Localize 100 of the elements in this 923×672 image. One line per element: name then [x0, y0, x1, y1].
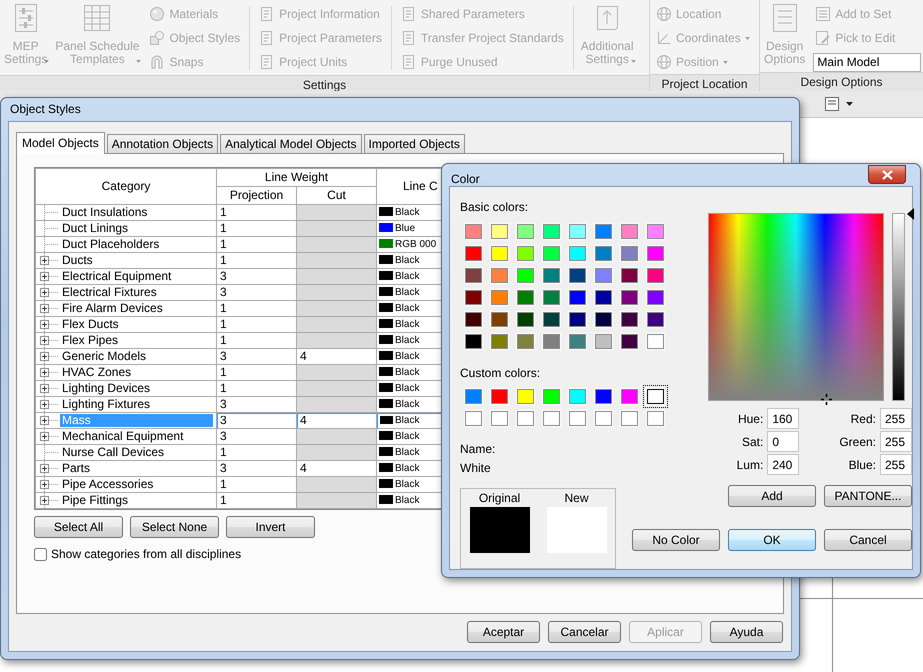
color-swatch[interactable]	[568, 332, 587, 350]
color-swatch[interactable]	[464, 266, 483, 284]
color-swatch[interactable]	[594, 388, 613, 406]
color-swatch[interactable]	[490, 388, 509, 406]
color-swatch[interactable]	[594, 288, 613, 306]
category-label[interactable]: Parts	[60, 462, 92, 475]
color-swatch[interactable]	[646, 410, 665, 428]
field-label: Green:	[839, 434, 876, 450]
color-swatch[interactable]	[542, 410, 561, 428]
number-field[interactable]: 255	[880, 431, 912, 452]
tab[interactable]: Imported Objects	[364, 134, 465, 153]
dialog-button[interactable]: Cancelar	[548, 621, 621, 643]
color-swatch[interactable]	[646, 332, 665, 350]
number-field[interactable]: 255	[880, 454, 912, 476]
checkbox[interactable]	[34, 548, 47, 561]
select-button[interactable]: Select All	[34, 516, 123, 538]
model-dropdown[interactable]: Main Model	[813, 53, 922, 72]
color-swatch[interactable]	[568, 388, 587, 406]
color-swatch[interactable]	[490, 288, 509, 306]
color-swatch[interactable]	[620, 410, 639, 428]
select-button[interactable]: Select None	[130, 516, 219, 538]
crosshair-icon	[821, 394, 832, 406]
color-swatch[interactable]	[620, 288, 639, 306]
color-swatch[interactable]	[646, 266, 665, 284]
color-swatch[interactable]	[516, 222, 535, 240]
color-name: Black	[395, 479, 420, 490]
category-label[interactable]: Ducts	[60, 254, 95, 267]
color-swatch[interactable]	[542, 222, 561, 240]
color-swatch[interactable]	[646, 388, 665, 406]
color-swatch[interactable]	[594, 410, 613, 428]
dialog-button[interactable]: No Color	[632, 529, 720, 552]
color-swatch[interactable]	[568, 266, 587, 284]
color-swatch[interactable]	[620, 388, 639, 406]
dialog-button[interactable]: Cancel	[824, 529, 912, 552]
dialog-button[interactable]: Aceptar	[467, 621, 540, 643]
color-swatch[interactable]	[516, 266, 535, 284]
tab[interactable]: Model Objects	[16, 132, 105, 154]
color-swatch[interactable]	[464, 332, 483, 350]
table-cell: 3	[216, 396, 296, 412]
tab[interactable]: Analytical Model Objects	[220, 134, 362, 153]
color-swatch[interactable]	[594, 222, 613, 240]
color-swatch[interactable]	[594, 266, 613, 284]
color-swatch[interactable]	[620, 222, 639, 240]
color-swatch[interactable]	[568, 310, 587, 328]
color-swatch[interactable]	[464, 222, 483, 240]
color-swatch[interactable]	[594, 332, 613, 350]
tab[interactable]: Annotation Objects	[106, 134, 218, 153]
number-field[interactable]: 255	[880, 408, 912, 430]
color-swatch[interactable]	[490, 332, 509, 350]
color-swatch[interactable]	[568, 288, 587, 306]
color-swatch[interactable]	[620, 310, 639, 328]
color-swatch[interactable]	[516, 332, 535, 350]
color-swatch[interactable]	[568, 222, 587, 240]
color-swatch[interactable]	[646, 222, 665, 240]
color-swatch[interactable]	[542, 266, 561, 284]
color-swatch[interactable]	[542, 288, 561, 306]
dialog-button[interactable]: Ayuda	[710, 621, 783, 643]
close-button[interactable]	[868, 165, 906, 184]
color-swatch[interactable]	[464, 410, 483, 428]
select-button[interactable]: Invert	[226, 516, 315, 538]
number-field[interactable]: 160	[767, 408, 800, 430]
color-swatch[interactable]	[516, 410, 535, 428]
color-name: Black	[395, 335, 420, 346]
color-swatch[interactable]	[516, 310, 535, 328]
dialog-button[interactable]: PANTONE...	[824, 485, 912, 508]
color-swatch[interactable]	[542, 310, 561, 328]
color-swatch[interactable]	[594, 310, 613, 328]
checkbox-label[interactable]: Show categories from all disciplines	[51, 547, 242, 562]
color-swatch[interactable]	[464, 288, 483, 306]
color-swatch[interactable]	[646, 244, 665, 262]
color-swatch[interactable]	[646, 310, 665, 328]
color-swatch[interactable]	[516, 388, 535, 406]
color-swatch[interactable]	[646, 288, 665, 306]
table-cell: 1	[216, 316, 296, 332]
color-swatch[interactable]	[464, 388, 483, 406]
dialog-button[interactable]: OK	[728, 529, 816, 552]
dialog-button[interactable]: Add	[728, 485, 816, 508]
color-name: Black	[395, 367, 420, 378]
color-swatch[interactable]	[490, 244, 509, 262]
color-swatch[interactable]	[568, 244, 587, 262]
color-swatch[interactable]	[620, 266, 639, 284]
color-swatch[interactable]	[620, 332, 639, 350]
color-swatch[interactable]	[490, 266, 509, 284]
table-cell: 3	[216, 428, 296, 444]
color-swatch[interactable]	[464, 310, 483, 328]
color-swatch[interactable]	[568, 410, 587, 428]
color-swatch[interactable]	[490, 310, 509, 328]
color-swatch[interactable]	[542, 244, 561, 262]
color-swatch[interactable]	[516, 244, 535, 262]
color-swatch[interactable]	[490, 410, 509, 428]
color-swatch[interactable]	[516, 288, 535, 306]
color-swatch[interactable]	[490, 222, 509, 240]
color-swatch[interactable]	[464, 244, 483, 262]
field-label: Sat:	[742, 434, 764, 450]
number-field[interactable]: 0	[767, 431, 800, 452]
color-swatch[interactable]	[542, 332, 561, 350]
color-swatch[interactable]	[542, 388, 561, 406]
color-swatch[interactable]	[594, 244, 613, 262]
number-field[interactable]: 240	[767, 454, 800, 476]
color-swatch[interactable]	[620, 244, 639, 262]
